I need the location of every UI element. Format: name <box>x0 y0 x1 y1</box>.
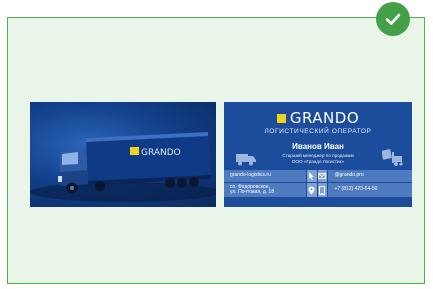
address-line-2: ул. Почтовая, д. 18 <box>230 189 275 195</box>
business-card-front[interactable]: GRANDO <box>30 102 216 207</box>
truck-image: GRANDO <box>30 132 216 202</box>
location-icon <box>306 183 317 197</box>
mail-icon <box>317 170 328 182</box>
selected-badge <box>376 2 410 36</box>
company-tagline: ЛОГИСТИЧЕСКИЙ ОПЕРАТОР <box>264 128 372 135</box>
cursor-icon <box>306 170 317 182</box>
email-text: @grando.pro <box>328 170 412 182</box>
forklift-icon <box>382 149 403 166</box>
address-text: сп. Федоровское, ул. Почтовая, д. 18 <box>224 183 306 197</box>
check-icon <box>385 13 401 25</box>
truck-icon <box>236 154 256 166</box>
website-text: grando-logistics.ru <box>224 170 306 182</box>
business-card-back[interactable]: GRANDO ЛОГИСТИЧЕСКИЙ ОПЕРАТОР Иванов Ива… <box>224 102 412 207</box>
logo-text: GRANDO <box>289 109 360 127</box>
phone-text: +7 (812) 423-64-50 <box>328 183 412 197</box>
contact-row-web: grando-logistics.ru @grando.pro <box>224 170 412 182</box>
contact-row-address: сп. Федоровское, ул. Почтовая, д. 18 +7 … <box>224 183 412 197</box>
logo-square <box>276 114 286 123</box>
phone-icon <box>317 183 328 197</box>
trailer-logo: GRANDO <box>141 148 181 158</box>
company-logo: GRANDO <box>224 111 412 126</box>
